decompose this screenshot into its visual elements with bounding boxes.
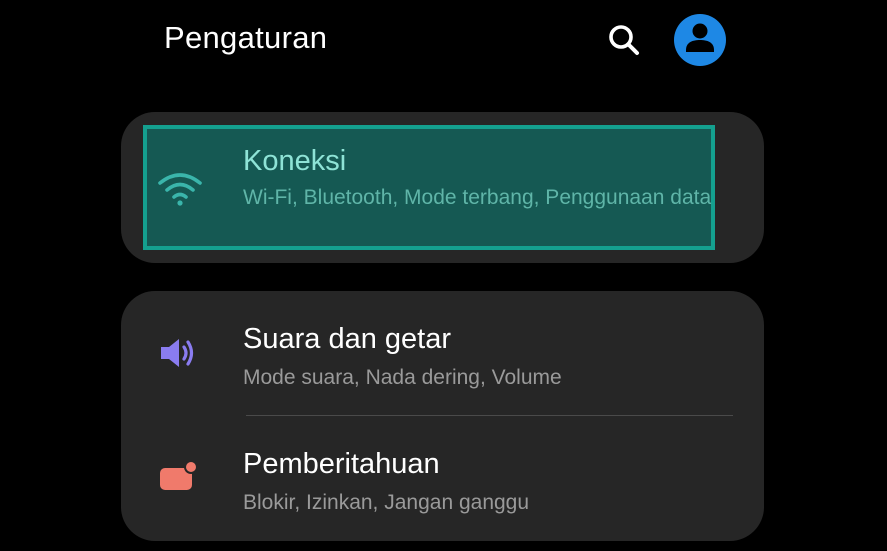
account-button[interactable] xyxy=(674,14,726,66)
settings-item-koneksi[interactable]: Koneksi Wi-Fi, Bluetooth, Mode terbang, … xyxy=(143,125,715,250)
account-icon xyxy=(674,12,726,69)
item-subtitle: Mode suara, Nada dering, Volume xyxy=(243,366,562,389)
wifi-icon xyxy=(155,169,205,209)
page-title: Pengaturan xyxy=(164,20,328,55)
item-subtitle: Wi-Fi, Bluetooth, Mode terbang, Pengguna… xyxy=(243,186,712,209)
item-title: Pemberitahuan xyxy=(243,448,440,480)
notification-icon xyxy=(153,456,203,496)
settings-card-connections: Koneksi Wi-Fi, Bluetooth, Mode terbang, … xyxy=(121,112,764,263)
volume-icon xyxy=(153,333,203,373)
search-button[interactable] xyxy=(604,22,644,62)
settings-item-suara[interactable]: Suara dan getar Mode suara, Nada dering,… xyxy=(121,291,764,416)
settings-screen: Pengaturan Koneksi Wi-Fi, Bluetooth, Mod… xyxy=(0,0,887,551)
item-title: Koneksi xyxy=(243,145,347,177)
item-subtitle: Blokir, Izinkan, Jangan ganggu xyxy=(243,491,530,514)
item-title: Suara dan getar xyxy=(243,323,451,355)
search-icon xyxy=(607,23,641,62)
settings-item-pemberitahuan[interactable]: Pemberitahuan Blokir, Izinkan, Jangan ga… xyxy=(121,416,764,541)
settings-card-sound-notifications: Suara dan getar Mode suara, Nada dering,… xyxy=(121,291,764,541)
